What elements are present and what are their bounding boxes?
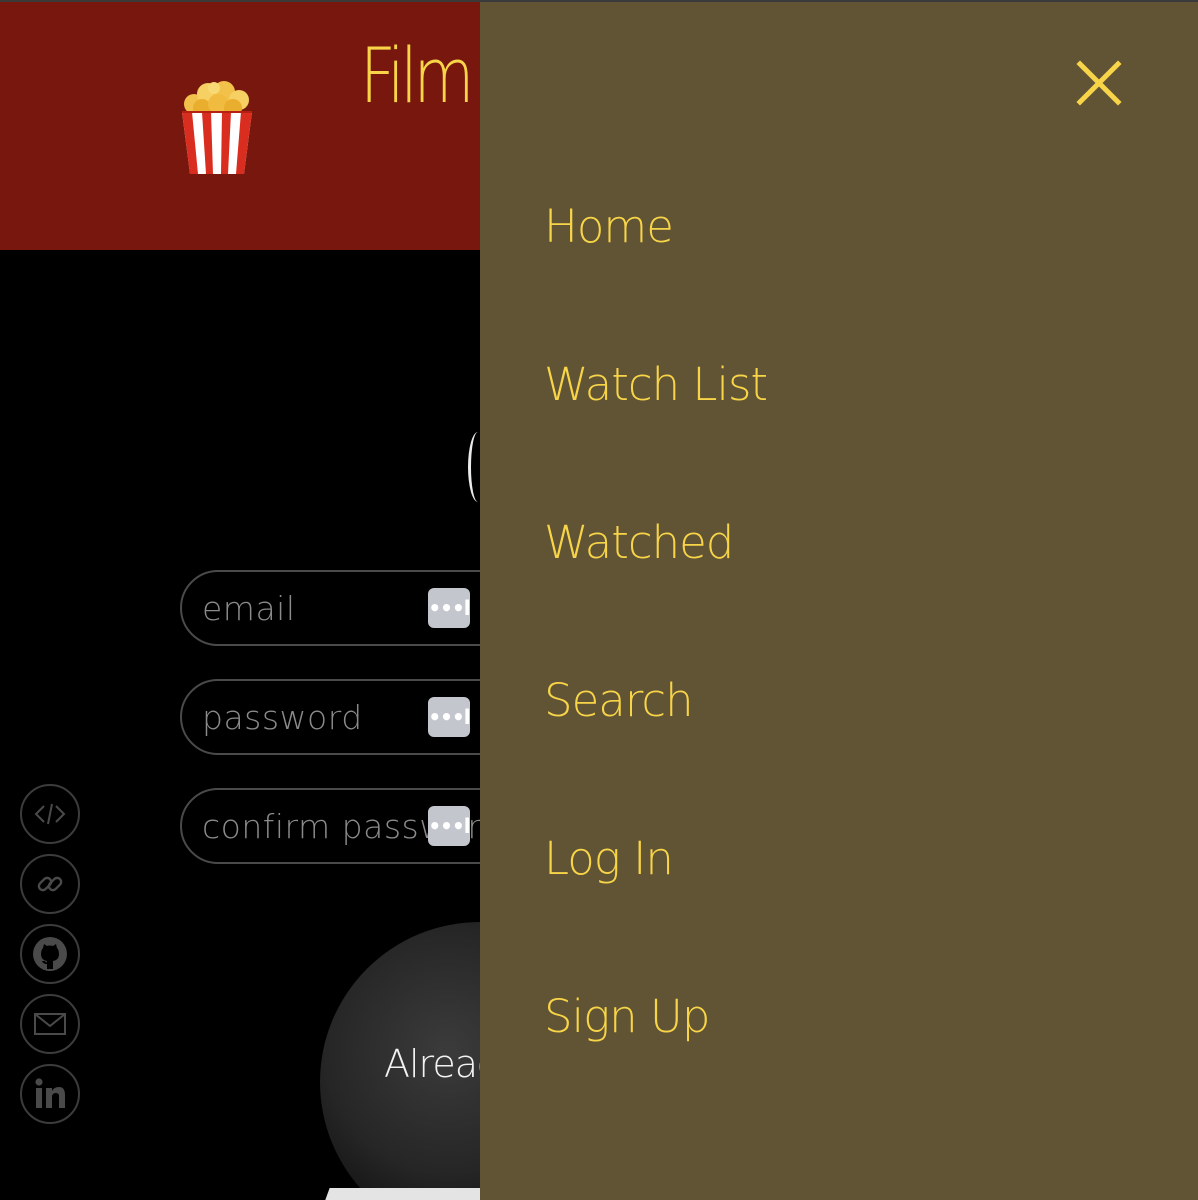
nav-item-search[interactable]: Search: [544, 678, 694, 723]
nav-item-home[interactable]: Home: [544, 204, 674, 249]
page: Film •••l •••l •••l Alreac: [0, 0, 1198, 1200]
confirm-password-field[interactable]: •••l: [180, 788, 520, 864]
linkedin-icon: [35, 1078, 65, 1108]
close-icon: [1076, 60, 1122, 106]
password-manager-key-icon[interactable]: •••l: [428, 806, 471, 846]
brand-title[interactable]: Film: [360, 38, 474, 114]
password-manager-key-icon[interactable]: •••l: [428, 588, 471, 628]
code-icon: [34, 803, 66, 825]
popcorn-icon[interactable]: [176, 80, 258, 176]
nav-drawer: Home Watch List Watched Search Log In Si…: [480, 2, 1198, 1200]
background-hero-image-strip: [322, 1188, 490, 1200]
nav-item-watched[interactable]: Watched: [544, 520, 734, 565]
email-field[interactable]: •••l: [180, 570, 520, 646]
password-field[interactable]: •••l: [180, 679, 520, 755]
website-link-button[interactable]: [20, 854, 80, 914]
linkedin-link-button[interactable]: [20, 1064, 80, 1124]
password-manager-key-icon[interactable]: •••l: [428, 697, 471, 737]
nav-item-log-in[interactable]: Log In: [544, 836, 674, 881]
code-link-button[interactable]: [20, 784, 80, 844]
nav-item-watch-list[interactable]: Watch List: [544, 362, 768, 407]
github-icon: [33, 937, 67, 971]
email-icon: [34, 1013, 66, 1035]
github-link-button[interactable]: [20, 924, 80, 984]
close-drawer-button[interactable]: [1076, 60, 1122, 106]
email-link-button[interactable]: [20, 994, 80, 1054]
nav-item-sign-up[interactable]: Sign Up: [544, 994, 710, 1039]
link-icon: [37, 876, 63, 892]
